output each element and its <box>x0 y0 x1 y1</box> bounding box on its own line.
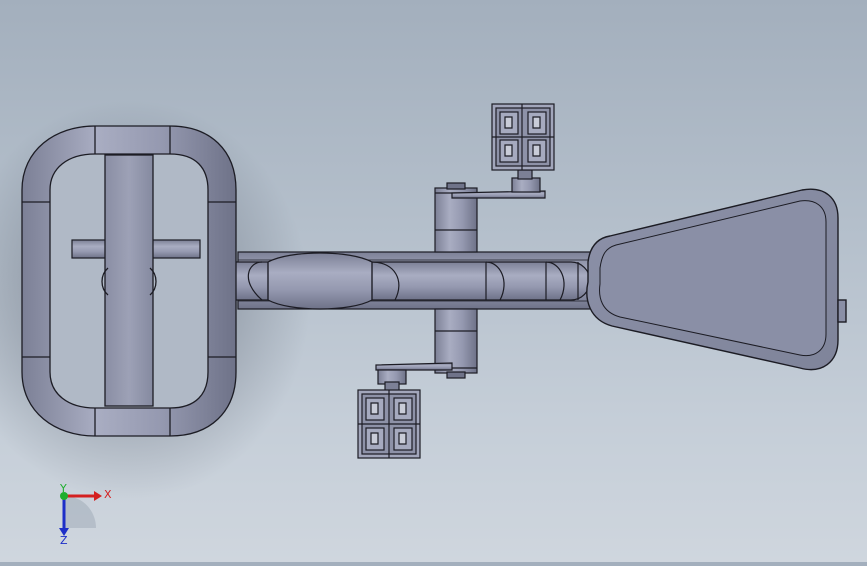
y-axis-label: Y <box>59 482 67 495</box>
crank-top[interactable] <box>434 169 546 253</box>
x-axis-label: X <box>104 488 112 501</box>
pedal-bottom[interactable] <box>357 389 421 459</box>
cad-viewport[interactable]: X Y Z <box>0 0 867 562</box>
model-drawing[interactable]: X Y Z <box>0 0 867 562</box>
crank-bottom[interactable] <box>375 308 478 392</box>
pedal-top[interactable] <box>491 103 555 171</box>
triad-shadow <box>64 496 96 528</box>
z-axis-label: Z <box>60 534 68 547</box>
flywheel[interactable] <box>101 154 157 407</box>
seat[interactable] <box>586 188 847 371</box>
